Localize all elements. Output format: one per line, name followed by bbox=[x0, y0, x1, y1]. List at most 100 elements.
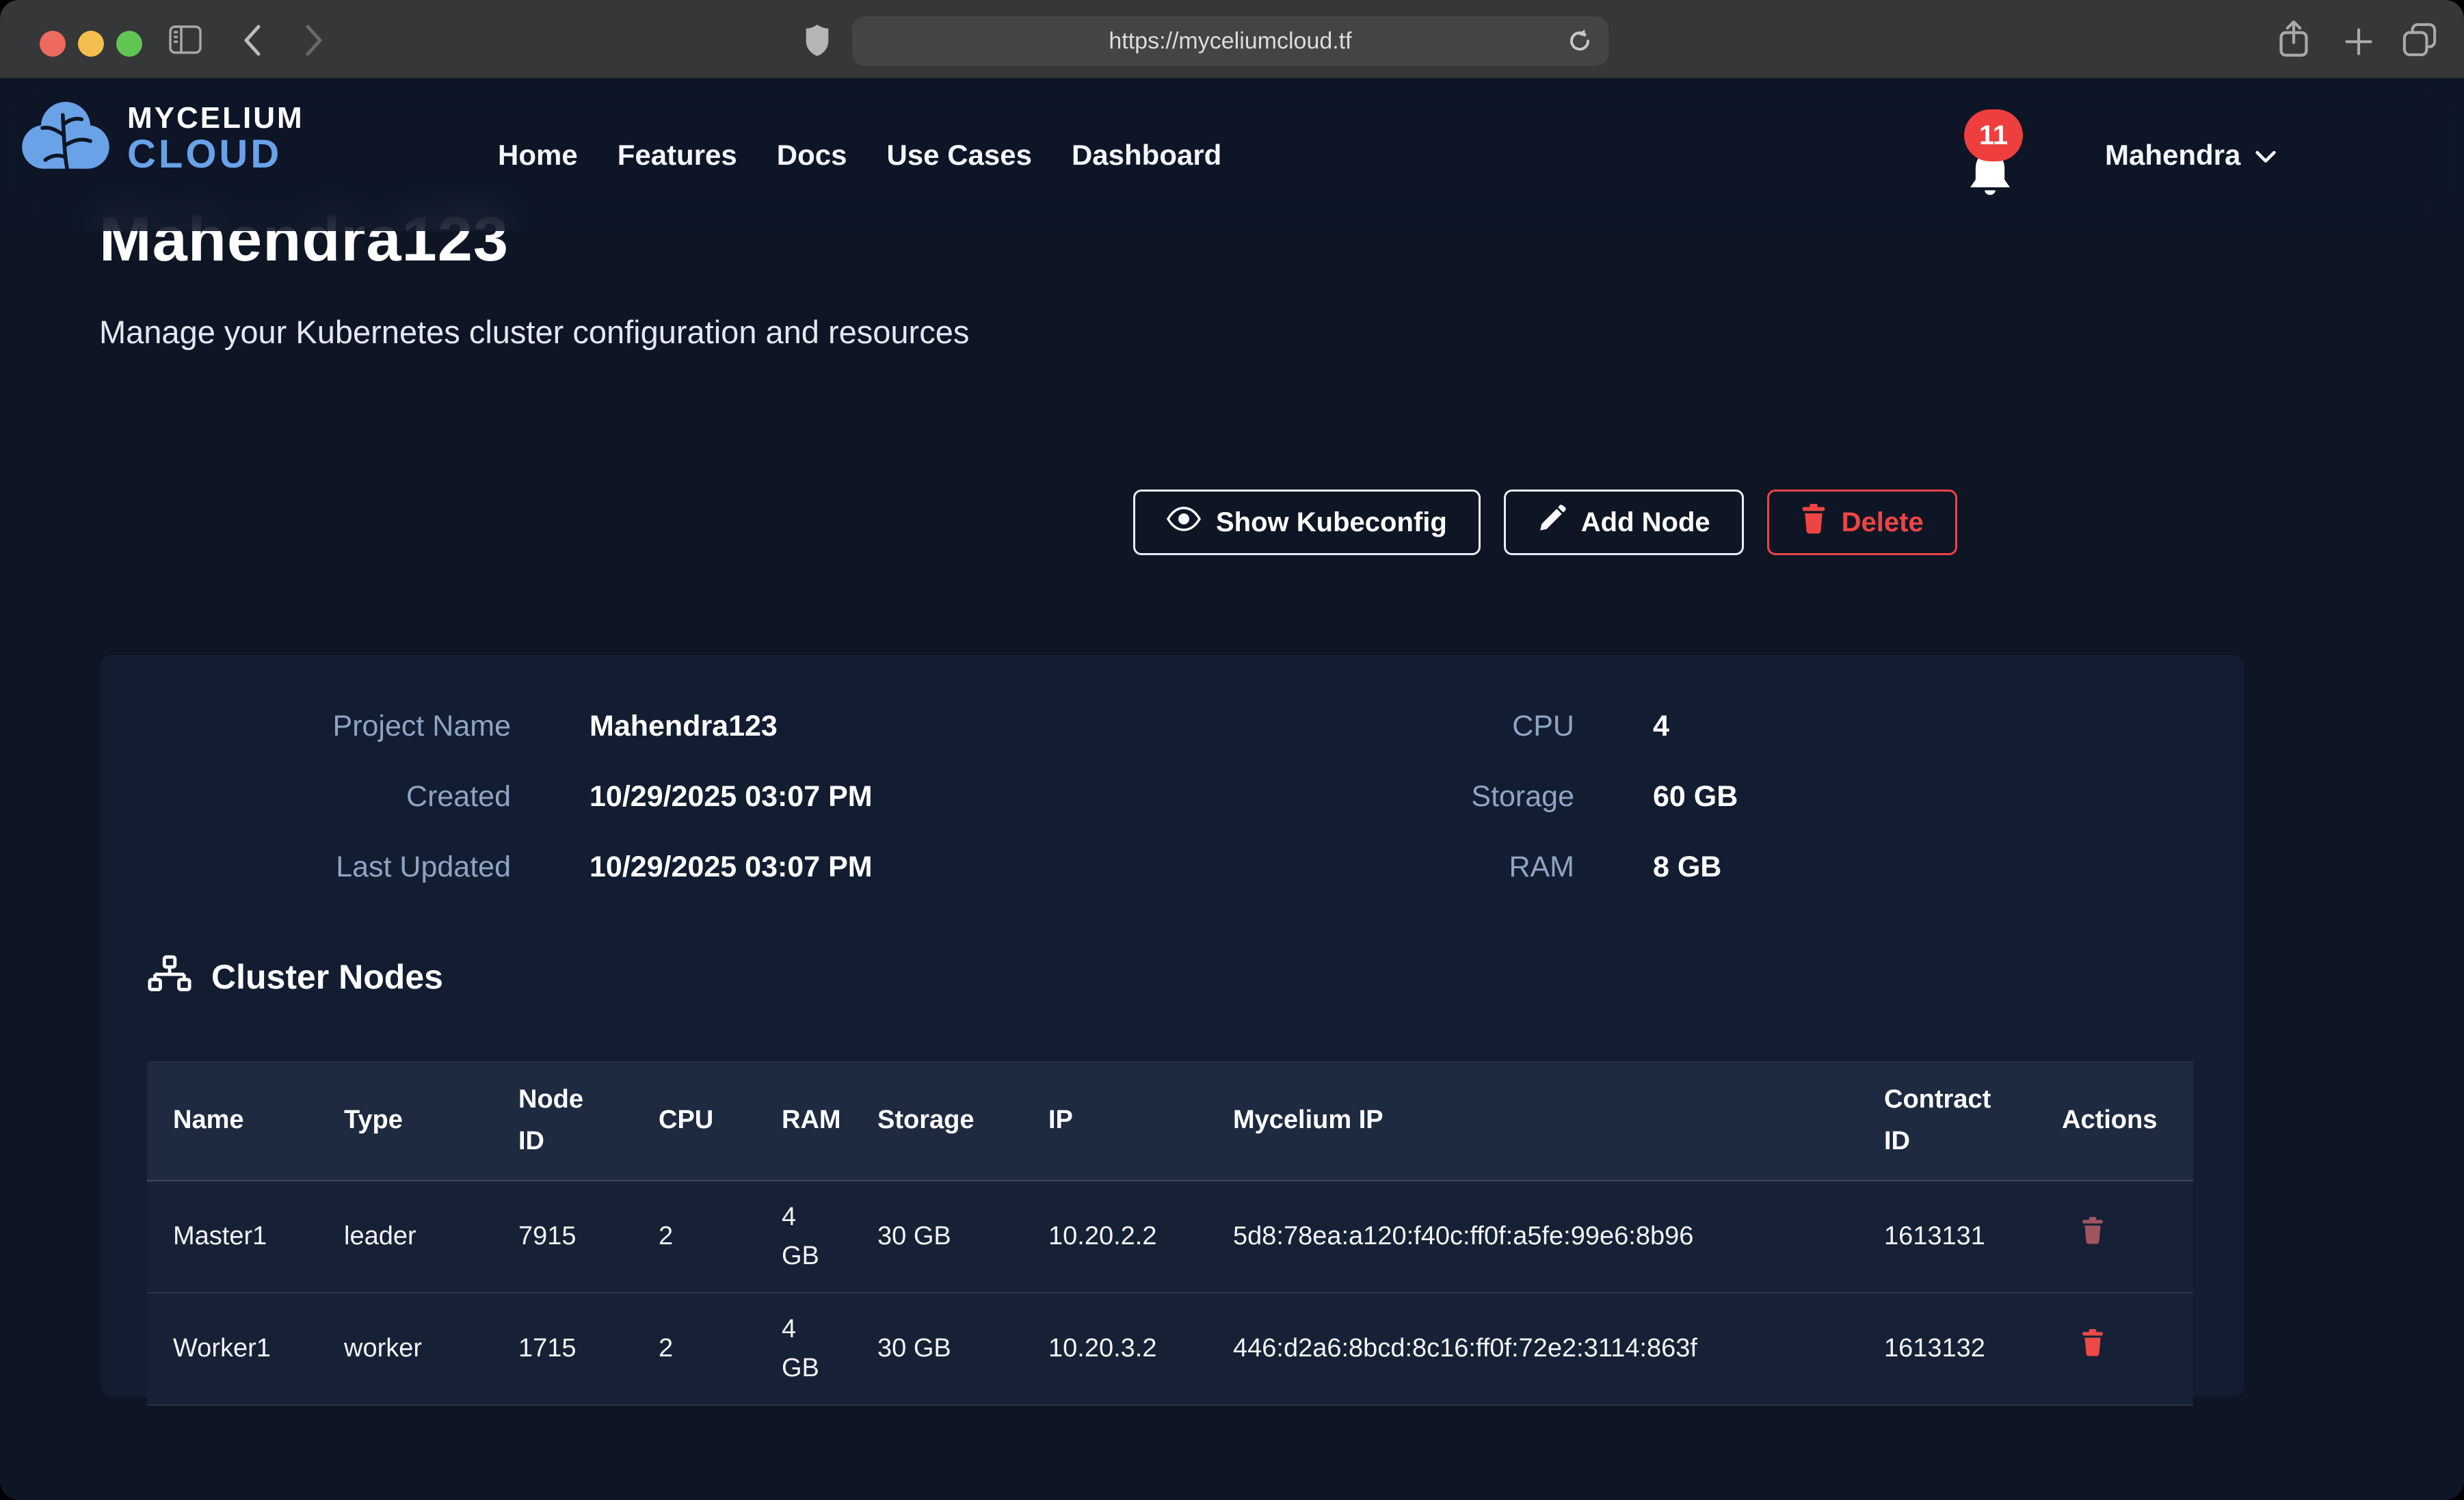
notification-badge: 11 bbox=[1964, 109, 2023, 161]
detail-row-ram: RAM 8 GB bbox=[1229, 851, 1738, 884]
detail-label: Last Updated bbox=[131, 851, 511, 884]
user-name: Mahendra bbox=[2105, 139, 2240, 172]
cell-node-id: 1715 bbox=[492, 1293, 633, 1405]
cell-node-id: 7915 bbox=[492, 1181, 633, 1293]
cell-name: Master1 bbox=[147, 1181, 318, 1293]
close-button[interactable] bbox=[40, 31, 66, 57]
detail-value: 10/29/2025 03:07 PM bbox=[589, 851, 873, 884]
browser-window: https://myceliumcloud.tf bbox=[0, 0, 2464, 1500]
nav-item-docs[interactable]: Docs bbox=[777, 139, 847, 172]
brand-name-bottom: CLOUD bbox=[127, 135, 304, 174]
cluster-nodes-table: Name Type Node ID CPU RAM Storage IP Myc… bbox=[147, 1061, 2193, 1406]
address-bar[interactable]: https://myceliumcloud.tf bbox=[852, 16, 1608, 66]
cluster-nodes-title: Cluster Nodes bbox=[211, 957, 443, 997]
col-header-name: Name bbox=[147, 1061, 318, 1181]
refresh-icon[interactable] bbox=[1566, 27, 1593, 55]
col-header-contract-id: Contract ID bbox=[1858, 1061, 2036, 1181]
col-header-ram: RAM bbox=[756, 1061, 851, 1181]
detail-value: 4 bbox=[1653, 710, 1669, 743]
back-icon[interactable] bbox=[241, 23, 264, 57]
cell-contract-id: 1613132 bbox=[1858, 1293, 2036, 1405]
detail-row-project-name: Project Name Mahendra123 bbox=[131, 710, 873, 743]
table-row: Worker1 worker 1715 2 4 GB 30 GB 10.20.3… bbox=[147, 1293, 2193, 1405]
cell-cpu: 2 bbox=[633, 1293, 756, 1405]
cell-cpu: 2 bbox=[633, 1181, 756, 1293]
detail-value: Mahendra123 bbox=[589, 710, 778, 743]
page-content: Mahendra123 bbox=[0, 79, 2464, 1500]
add-node-button[interactable]: Add Node bbox=[1504, 490, 1744, 555]
trash-icon bbox=[1801, 504, 1827, 541]
detail-label: Storage bbox=[1229, 780, 1574, 814]
nav-item-home[interactable]: Home bbox=[498, 139, 578, 172]
cluster-nodes-heading: Cluster Nodes bbox=[147, 954, 443, 999]
forward-icon[interactable] bbox=[302, 23, 326, 57]
table-row: Master1 leader 7915 2 4 GB 30 GB 10.20.2… bbox=[147, 1181, 2193, 1293]
chevron-down-icon bbox=[2254, 139, 2277, 172]
new-tab-icon[interactable] bbox=[2344, 27, 2373, 56]
details-right-column: CPU 4 Storage 60 GB RAM 8 GB bbox=[1229, 710, 1738, 884]
brand-name-top: MYCELIUM bbox=[127, 103, 304, 134]
tabs-overview-icon[interactable] bbox=[2402, 22, 2437, 57]
detail-row-last-updated: Last Updated 10/29/2025 03:07 PM bbox=[131, 851, 873, 884]
page-subtitle: Manage your Kubernetes cluster configura… bbox=[99, 313, 969, 351]
detail-label: Created bbox=[131, 780, 511, 814]
url-text: https://myceliumcloud.tf bbox=[1109, 28, 1351, 55]
trash-icon bbox=[2081, 1348, 2104, 1358]
cell-ip: 10.20.2.2 bbox=[1022, 1181, 1207, 1293]
nav-item-features[interactable]: Features bbox=[618, 139, 737, 172]
pencil-icon bbox=[1537, 505, 1566, 540]
col-header-cpu: CPU bbox=[633, 1061, 756, 1181]
user-menu[interactable]: Mahendra bbox=[2105, 79, 2277, 231]
share-icon[interactable] bbox=[2277, 19, 2310, 59]
browser-toolbar: https://myceliumcloud.tf bbox=[0, 0, 2464, 79]
zoom-button[interactable] bbox=[116, 31, 142, 57]
col-header-actions: Actions bbox=[2036, 1061, 2193, 1181]
add-node-label: Add Node bbox=[1581, 507, 1710, 538]
cell-ram: 4 GB bbox=[756, 1293, 851, 1405]
cell-ip: 10.20.3.2 bbox=[1022, 1293, 1207, 1405]
brand-logo[interactable]: MYCELIUM CLOUD bbox=[19, 97, 304, 180]
detail-value: 8 GB bbox=[1653, 851, 1721, 884]
nav-item-dashboard[interactable]: Dashboard bbox=[1072, 139, 1221, 172]
details-left-column: Project Name Mahendra123 Created 10/29/2… bbox=[131, 710, 873, 884]
minimize-button[interactable] bbox=[78, 31, 104, 57]
detail-row-cpu: CPU 4 bbox=[1229, 710, 1738, 743]
cell-storage: 30 GB bbox=[851, 1181, 1022, 1293]
shield-icon[interactable] bbox=[804, 23, 830, 57]
delete-label: Delete bbox=[1842, 507, 1924, 538]
cell-name: Worker1 bbox=[147, 1293, 318, 1405]
show-kubeconfig-button[interactable]: Show Kubeconfig bbox=[1133, 490, 1481, 555]
cell-type: leader bbox=[318, 1181, 492, 1293]
cell-type: worker bbox=[318, 1293, 492, 1405]
col-header-storage: Storage bbox=[851, 1061, 1022, 1181]
show-kubeconfig-label: Show Kubeconfig bbox=[1216, 507, 1447, 538]
detail-row-storage: Storage 60 GB bbox=[1229, 780, 1738, 814]
nav-item-use-cases[interactable]: Use Cases bbox=[886, 139, 1031, 172]
cell-contract-id: 1613131 bbox=[1858, 1181, 2036, 1293]
detail-row-created: Created 10/29/2025 03:07 PM bbox=[131, 780, 873, 814]
sidebar-icon[interactable] bbox=[168, 25, 202, 55]
trash-icon bbox=[2081, 1236, 2104, 1246]
detail-label: Project Name bbox=[131, 710, 511, 743]
col-header-mycelium-ip: Mycelium IP bbox=[1207, 1061, 1858, 1181]
site-navbar: MYCELIUM CLOUD Home Features Docs Use Ca… bbox=[0, 79, 2464, 231]
cluster-actions: Show Kubeconfig Add Node bbox=[1133, 490, 1957, 555]
cell-storage: 30 GB bbox=[851, 1293, 1022, 1405]
col-header-ip: IP bbox=[1022, 1061, 1207, 1181]
eye-icon bbox=[1167, 507, 1201, 538]
delete-node-button[interactable] bbox=[2062, 1217, 2104, 1246]
cell-mycelium-ip: 5d8:78ea:a120:f40c:ff0f:a5fe:99e6:8b96 bbox=[1207, 1181, 1858, 1293]
cell-ram: 4 GB bbox=[756, 1181, 851, 1293]
nav-links: Home Features Docs Use Cases Dashboard bbox=[498, 79, 1221, 231]
delete-cluster-button[interactable]: Delete bbox=[1767, 490, 1957, 555]
cluster-nodes-icon bbox=[147, 954, 192, 999]
traffic-lights bbox=[40, 31, 142, 57]
cell-mycelium-ip: 446:d2a6:8bcd:8c16:ff0f:72e2:3114:863f bbox=[1207, 1293, 1858, 1405]
detail-label: RAM bbox=[1229, 851, 1574, 884]
col-header-node-id: Node ID bbox=[492, 1061, 633, 1181]
col-header-type: Type bbox=[318, 1061, 492, 1181]
delete-node-button[interactable] bbox=[2062, 1329, 2104, 1358]
cluster-details-panel: Project Name Mahendra123 Created 10/29/2… bbox=[101, 655, 2244, 1397]
detail-value: 10/29/2025 03:07 PM bbox=[589, 780, 873, 814]
table-header-row: Name Type Node ID CPU RAM Storage IP Myc… bbox=[147, 1061, 2193, 1181]
